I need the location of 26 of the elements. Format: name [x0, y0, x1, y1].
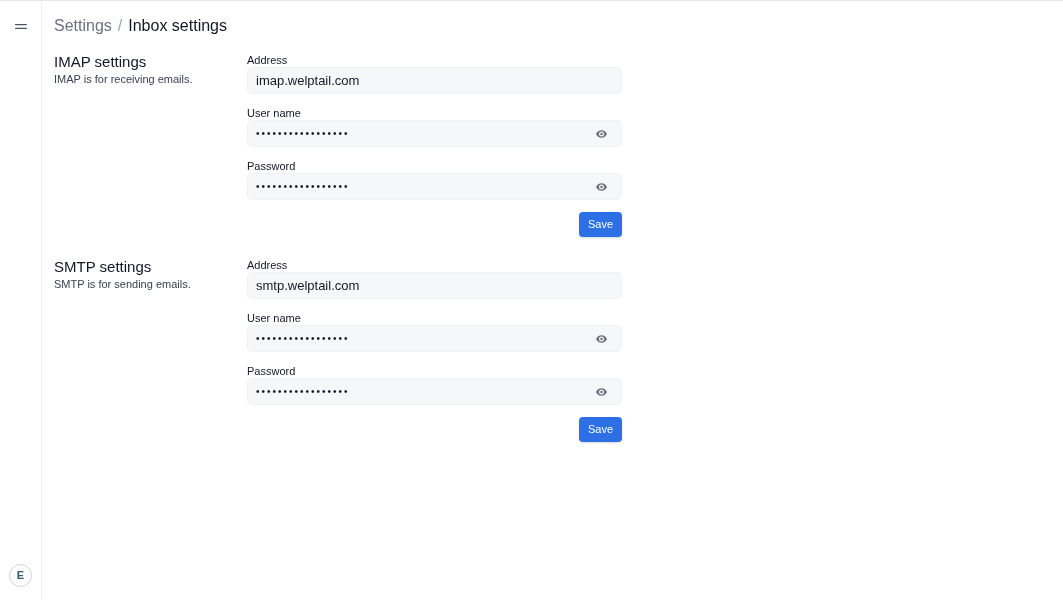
breadcrumb-link[interactable]: Settings: [54, 14, 112, 38]
field-label: Address: [247, 53, 288, 67]
section-description: IMAP is for receiving emails.: [54, 72, 193, 86]
save-button[interactable]: Save: [578, 417, 622, 442]
eye-icon[interactable]: [596, 129, 607, 138]
password-field[interactable]: •••••••••••••••••: [247, 173, 622, 200]
section-description: SMTP is for sending emails.: [54, 277, 191, 291]
eye-icon[interactable]: [596, 334, 607, 343]
address-field[interactable]: smtp.welptail.com: [247, 272, 622, 299]
eye-icon[interactable]: [596, 182, 607, 191]
field-label: User name: [247, 311, 301, 325]
field-label: Address: [247, 258, 288, 272]
breadcrumb-separator: /: [117, 16, 123, 36]
username-field[interactable]: •••••••••••••••••: [247, 120, 622, 147]
breadcrumb-current: Inbox settings: [128, 16, 227, 36]
eye-icon[interactable]: [596, 387, 607, 396]
field-label: Password: [247, 159, 296, 173]
section-title: SMTP settings: [54, 258, 152, 276]
password-field[interactable]: •••••••••••••••••: [247, 378, 622, 405]
field-label: Password: [247, 364, 296, 378]
address-field[interactable]: imap.welptail.com: [247, 67, 622, 94]
save-button[interactable]: Save: [578, 212, 622, 237]
field-label: User name: [247, 106, 301, 120]
username-field[interactable]: •••••••••••••••••: [247, 325, 622, 352]
menu-icon[interactable]: [14, 24, 27, 29]
section-title: IMAP settings: [54, 53, 147, 71]
